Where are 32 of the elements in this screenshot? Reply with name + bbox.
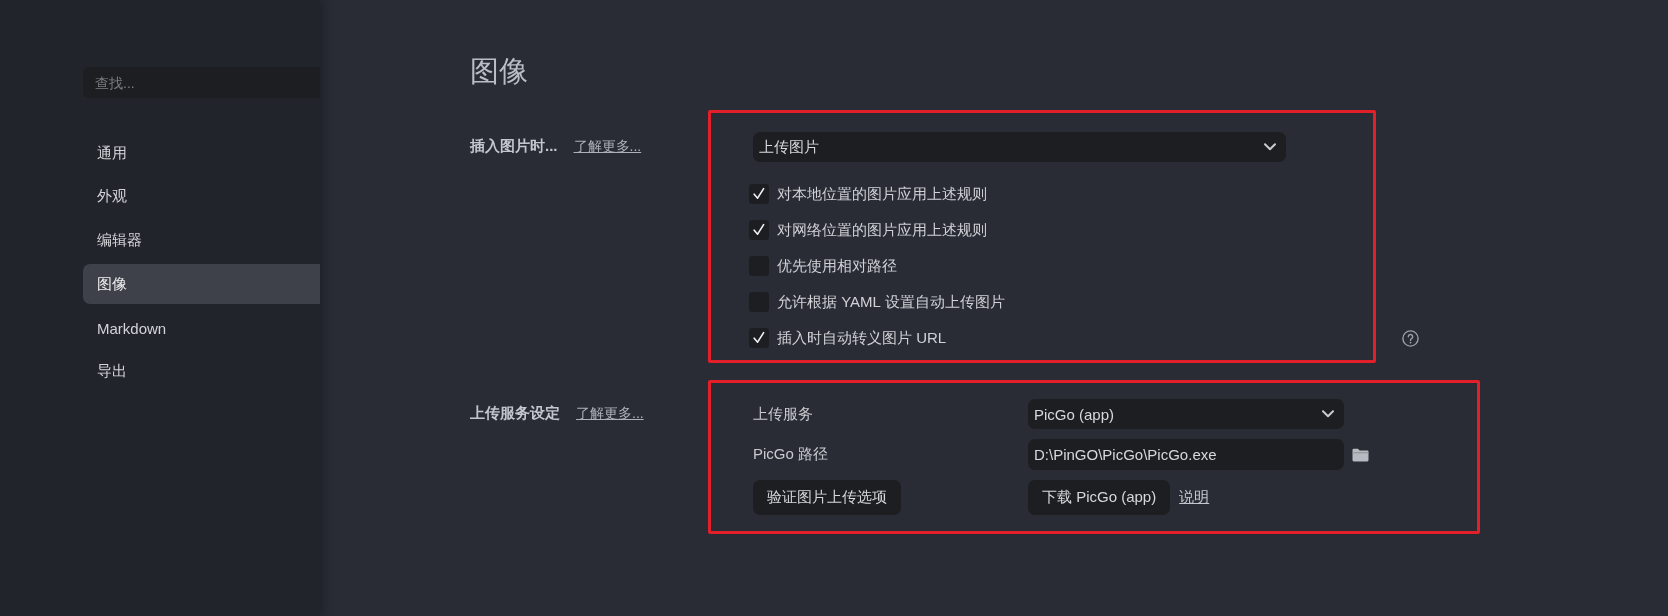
- section-label: 上传服务设定: [470, 403, 560, 423]
- setting-label: PicGo 路径: [753, 445, 829, 464]
- dropdown[interactable]: 上传图片: [753, 132, 1286, 162]
- checkbox[interactable]: [749, 184, 769, 204]
- checkbox-label: 对本地位置的图片应用上述规则: [777, 184, 987, 204]
- chevron-down-icon: [1264, 143, 1276, 151]
- help-icon[interactable]: [1402, 330, 1419, 347]
- checkbox[interactable]: [749, 328, 769, 348]
- nav-item[interactable]: 外观: [83, 176, 320, 217]
- path-field[interactable]: D:\PinGO\PicGo\PicGo.exe: [1028, 439, 1344, 470]
- checkbox-label: 插入时自动转义图片 URL: [777, 328, 947, 348]
- learn-more-link[interactable]: 了解更多...: [576, 403, 644, 423]
- verify-button[interactable]: 验证图片上传选项: [753, 480, 901, 515]
- dropdown[interactable]: PicGo (app): [1028, 399, 1344, 429]
- checkbox[interactable]: [749, 220, 769, 240]
- chevron-down-icon: [1322, 410, 1334, 418]
- setting-label: 上传服务: [753, 404, 814, 424]
- nav-item[interactable]: 通用: [83, 133, 320, 173]
- download-button[interactable]: 下载 PicGo (app): [1028, 480, 1171, 515]
- checkbox-label: 优先使用相对路径: [777, 256, 897, 276]
- folder-icon[interactable]: [1352, 447, 1369, 462]
- checkbox-label: 允许根据 YAML 设置自动上传图片: [777, 292, 1005, 312]
- learn-more-link[interactable]: 了解更多...: [573, 136, 642, 156]
- page-title: 图像: [470, 54, 528, 89]
- section-label: 插入图片时...: [470, 136, 558, 156]
- nav-item[interactable]: Markdown: [83, 308, 320, 349]
- nav-item[interactable]: 导出: [83, 352, 320, 392]
- help-link[interactable]: 说明: [1179, 488, 1210, 507]
- nav-item[interactable]: 图像: [83, 264, 320, 305]
- search-field[interactable]: 查找...: [83, 67, 320, 98]
- nav-item[interactable]: 编辑器: [83, 220, 320, 261]
- checkbox-label: 对网络位置的图片应用上述规则: [777, 220, 987, 240]
